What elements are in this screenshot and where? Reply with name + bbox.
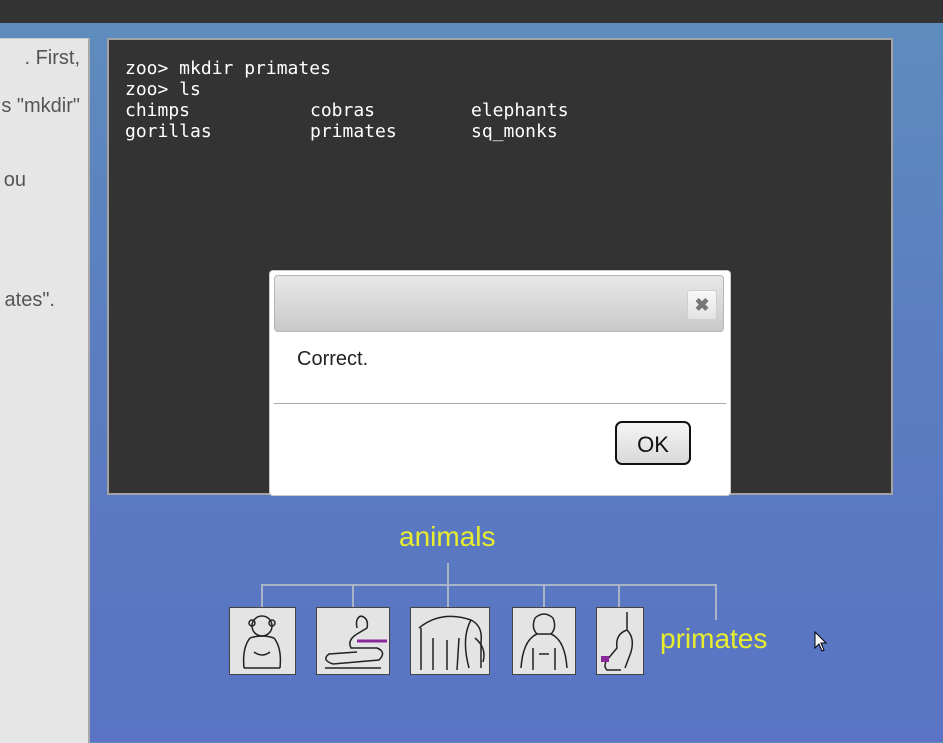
tree-connector	[261, 584, 263, 607]
terminal-line: zoo> mkdir primates	[125, 58, 331, 79]
ok-button[interactable]: OK	[615, 421, 691, 465]
tree-connector	[618, 584, 620, 607]
top-bar	[0, 0, 943, 23]
tree-connector	[447, 563, 449, 585]
mouse-cursor-icon	[814, 630, 828, 658]
elephant-icon	[410, 607, 490, 675]
ls-entry: cobras	[310, 100, 376, 121]
tree-connector	[261, 584, 717, 586]
instruction-line: s "mkdir"	[1, 95, 80, 117]
cobra-icon	[316, 607, 390, 675]
dialog-titlebar[interactable]: ✖	[274, 275, 724, 332]
ls-entry: sq_monks	[471, 121, 558, 142]
alert-dialog: ✖ Correct. OK	[269, 270, 731, 496]
monkey-icon	[596, 607, 644, 675]
terminal-line: zoo> ls	[125, 79, 201, 100]
close-icon[interactable]: ✖	[687, 290, 717, 320]
instruction-line: ates".	[4, 289, 55, 311]
ls-entry: chimps	[125, 100, 191, 121]
dialog-message: Correct.	[297, 348, 369, 370]
ls-entry: primates	[310, 121, 397, 142]
gorilla-icon	[512, 607, 576, 675]
divider	[274, 403, 726, 404]
instruction-line: . First,	[24, 47, 80, 69]
tree-connector	[447, 584, 449, 607]
new-directory-label: primates	[660, 623, 768, 654]
chimp-icon	[229, 607, 296, 675]
tree-connector	[352, 584, 354, 607]
tree-root-label: animals	[399, 521, 496, 552]
instructions-panel: . First, s "mkdir" ou ates".	[0, 38, 90, 743]
ls-entry: elephants	[471, 100, 569, 121]
instruction-line: ou	[3, 169, 26, 191]
ls-entry: gorillas	[125, 121, 212, 142]
tree-connector	[715, 584, 717, 620]
tree-connector	[543, 584, 545, 607]
